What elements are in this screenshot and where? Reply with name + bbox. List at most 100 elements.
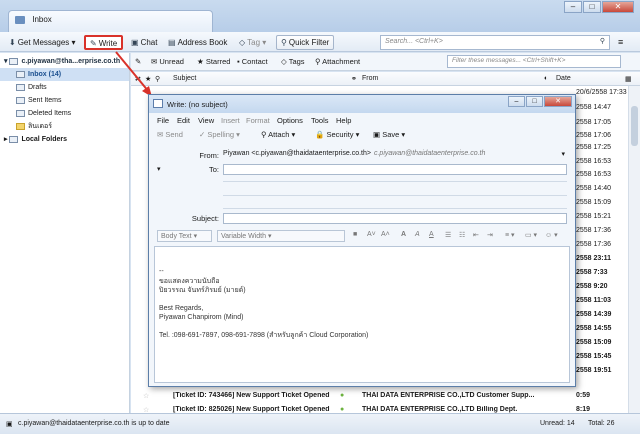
compose-minimize-button[interactable]: –: [508, 96, 525, 107]
spelling-button[interactable]: ✓ Spelling ▾: [199, 130, 240, 139]
align-icon[interactable]: ≡ ▾: [505, 231, 515, 239]
pin-icon[interactable]: ✎: [135, 57, 141, 66]
column-picker-icon[interactable]: ▦: [625, 75, 632, 83]
attach-button[interactable]: ⚲ Attach ▾: [261, 130, 295, 139]
recipient-row[interactable]: [223, 208, 567, 209]
expand-icon[interactable]: ▸: [4, 136, 8, 143]
row-date: 2558 19:51: [576, 367, 612, 374]
italic-icon[interactable]: A: [415, 231, 420, 238]
menu-insert[interactable]: Insert: [221, 116, 240, 125]
unread-dot-icon[interactable]: ●: [340, 406, 344, 413]
numbered-list-icon[interactable]: ☷: [459, 231, 465, 239]
attachment-column-icon[interactable]: ⚲: [155, 75, 160, 83]
compose-toolbar: ✉ Send ✓ Spelling ▾ ⚲ Attach ▾ 🔒 Securit…: [149, 127, 575, 143]
compose-maximize-button[interactable]: □: [526, 96, 543, 107]
paragraph-format-value: Body Text: [161, 233, 192, 240]
menu-format[interactable]: Format: [246, 116, 270, 125]
indent-icon[interactable]: ⇥: [487, 231, 493, 239]
dropdown-arrow-icon[interactable]: ▾: [72, 38, 76, 47]
address-book-label: Address Book: [177, 38, 228, 47]
filter-attachment-label: Attachment: [322, 57, 361, 66]
menu-edit[interactable]: Edit: [177, 116, 190, 125]
folder-sent-items[interactable]: Sent Items: [0, 94, 129, 107]
smiley-icon[interactable]: ☺ ▾: [545, 231, 558, 239]
unread-dot-icon[interactable]: ●: [340, 392, 344, 399]
signature-line: ปิยวรรณ จันทร์ภิรมย์ (มายด์): [159, 287, 246, 294]
row-date: 2558 15:09: [576, 339, 612, 346]
outdent-icon[interactable]: ⇤: [473, 231, 479, 239]
column-flag-icon[interactable]: ◐: [544, 75, 548, 82]
recipient-row[interactable]: [223, 195, 567, 196]
message-body-editor[interactable]: -- ขอแสดงความนับถือ ปิยวรรณ จันทร์ภิรมย์…: [154, 246, 570, 383]
column-subject[interactable]: Subject: [173, 75, 196, 82]
search-input[interactable]: Search... <Ctrl+K> ⚲: [380, 35, 610, 50]
filter-starred-button[interactable]: ★ Starred: [197, 57, 230, 66]
star-icon[interactable]: ☆: [143, 392, 149, 400]
chat-button[interactable]: ▣ Chat: [126, 35, 162, 50]
minimize-button[interactable]: –: [564, 1, 582, 13]
paragraph-format-select[interactable]: Body Text ▾: [157, 230, 212, 242]
send-button[interactable]: ✉ Send: [157, 130, 183, 139]
search-icon[interactable]: ⚲: [600, 37, 605, 45]
row-date: 2558 14:40: [576, 185, 612, 192]
save-button[interactable]: ▣ Save ▾: [373, 130, 405, 139]
search-placeholder: Search... <Ctrl+K>: [385, 38, 443, 45]
column-date[interactable]: Date: [556, 75, 571, 82]
column-read-icon[interactable]: ⚭: [351, 75, 357, 83]
font-size-down-icon[interactable]: A˅: [367, 231, 376, 238]
menu-help[interactable]: Help: [336, 116, 351, 125]
security-button[interactable]: 🔒 Security ▾: [315, 130, 359, 139]
menu-file[interactable]: File: [157, 116, 169, 125]
scrollbar-thumb[interactable]: [631, 106, 638, 146]
folder-label: Deleted Items: [28, 110, 72, 117]
chevron-down-icon[interactable]: ▾: [157, 166, 161, 173]
quick-filter-button[interactable]: ⚲ Quick Filter: [276, 35, 335, 50]
app-menu-icon[interactable]: ≡: [618, 37, 623, 47]
menu-options[interactable]: Options: [277, 116, 303, 125]
row-date: 2558 23:11: [576, 255, 612, 262]
menu-tools[interactable]: Tools: [311, 116, 329, 125]
recipient-row[interactable]: [223, 181, 567, 182]
filter-attachment-button[interactable]: ⚲ Attachment: [315, 57, 360, 66]
bullet-list-icon[interactable]: ☰: [445, 231, 451, 239]
star-column-icon[interactable]: ★: [145, 75, 151, 83]
close-button[interactable]: ✕: [602, 1, 634, 13]
insert-icon[interactable]: ▭ ▾: [525, 231, 537, 239]
filter-unread-button[interactable]: ✉ Unread: [151, 57, 184, 66]
get-messages-button[interactable]: ⬇ Get Messages ▾: [4, 35, 81, 50]
thread-column-icon[interactable]: ⇄: [135, 75, 141, 83]
compose-close-button[interactable]: ✕: [544, 96, 572, 107]
address-book-button[interactable]: ▤ Address Book: [163, 35, 232, 50]
local-folders-item[interactable]: ▸ Local Folders: [0, 133, 129, 146]
to-field[interactable]: [223, 164, 567, 175]
filter-tags-button[interactable]: ◇ Tags: [281, 57, 305, 66]
expand-icon[interactable]: ▾: [4, 58, 8, 65]
write-button[interactable]: ✎ Write: [84, 35, 124, 50]
folder-deleted-items[interactable]: Deleted Items: [0, 107, 129, 120]
send-label: Send: [165, 130, 183, 139]
font-select[interactable]: Variable Width ▾: [217, 230, 345, 242]
folder-drafts[interactable]: Drafts: [0, 81, 129, 94]
maximize-button[interactable]: □: [583, 1, 601, 13]
table-row[interactable]: ☆ [Ticket ID: 743466] New Support Ticket…: [131, 390, 628, 403]
folder-custom[interactable]: ลินเดอร์: [0, 120, 129, 133]
tag-button[interactable]: ◇ Tag ▾: [234, 35, 271, 50]
menu-view[interactable]: View: [198, 116, 214, 125]
subject-field[interactable]: [223, 213, 567, 224]
filter-contact-button[interactable]: ▪ Contact: [237, 57, 268, 66]
filter-messages-input[interactable]: Filter these messages... <Ctrl+Shift+K>: [447, 55, 621, 68]
from-select[interactable]: Piyawan <c.piyawan@thaidataenterprise.co…: [223, 150, 567, 162]
tab-inbox[interactable]: Inbox: [8, 10, 213, 32]
folder-inbox[interactable]: Inbox (14): [0, 68, 129, 81]
row-date: 2558 17:25: [576, 144, 612, 151]
pencil-icon: ✎: [90, 39, 97, 48]
chevron-down-icon[interactable]: ▾: [561, 150, 565, 158]
font-size-up-icon[interactable]: A˄: [381, 231, 390, 238]
signature-line: Best Regards,: [159, 304, 204, 312]
message-list-scrollbar[interactable]: [628, 86, 640, 413]
column-from[interactable]: From: [362, 75, 378, 82]
bold-icon[interactable]: A: [401, 231, 406, 238]
text-color-icon[interactable]: ■: [353, 231, 357, 238]
account-item[interactable]: ▾ c.piyawan@tha...erprise.co.th: [0, 55, 129, 68]
underline-icon[interactable]: A: [429, 231, 434, 238]
